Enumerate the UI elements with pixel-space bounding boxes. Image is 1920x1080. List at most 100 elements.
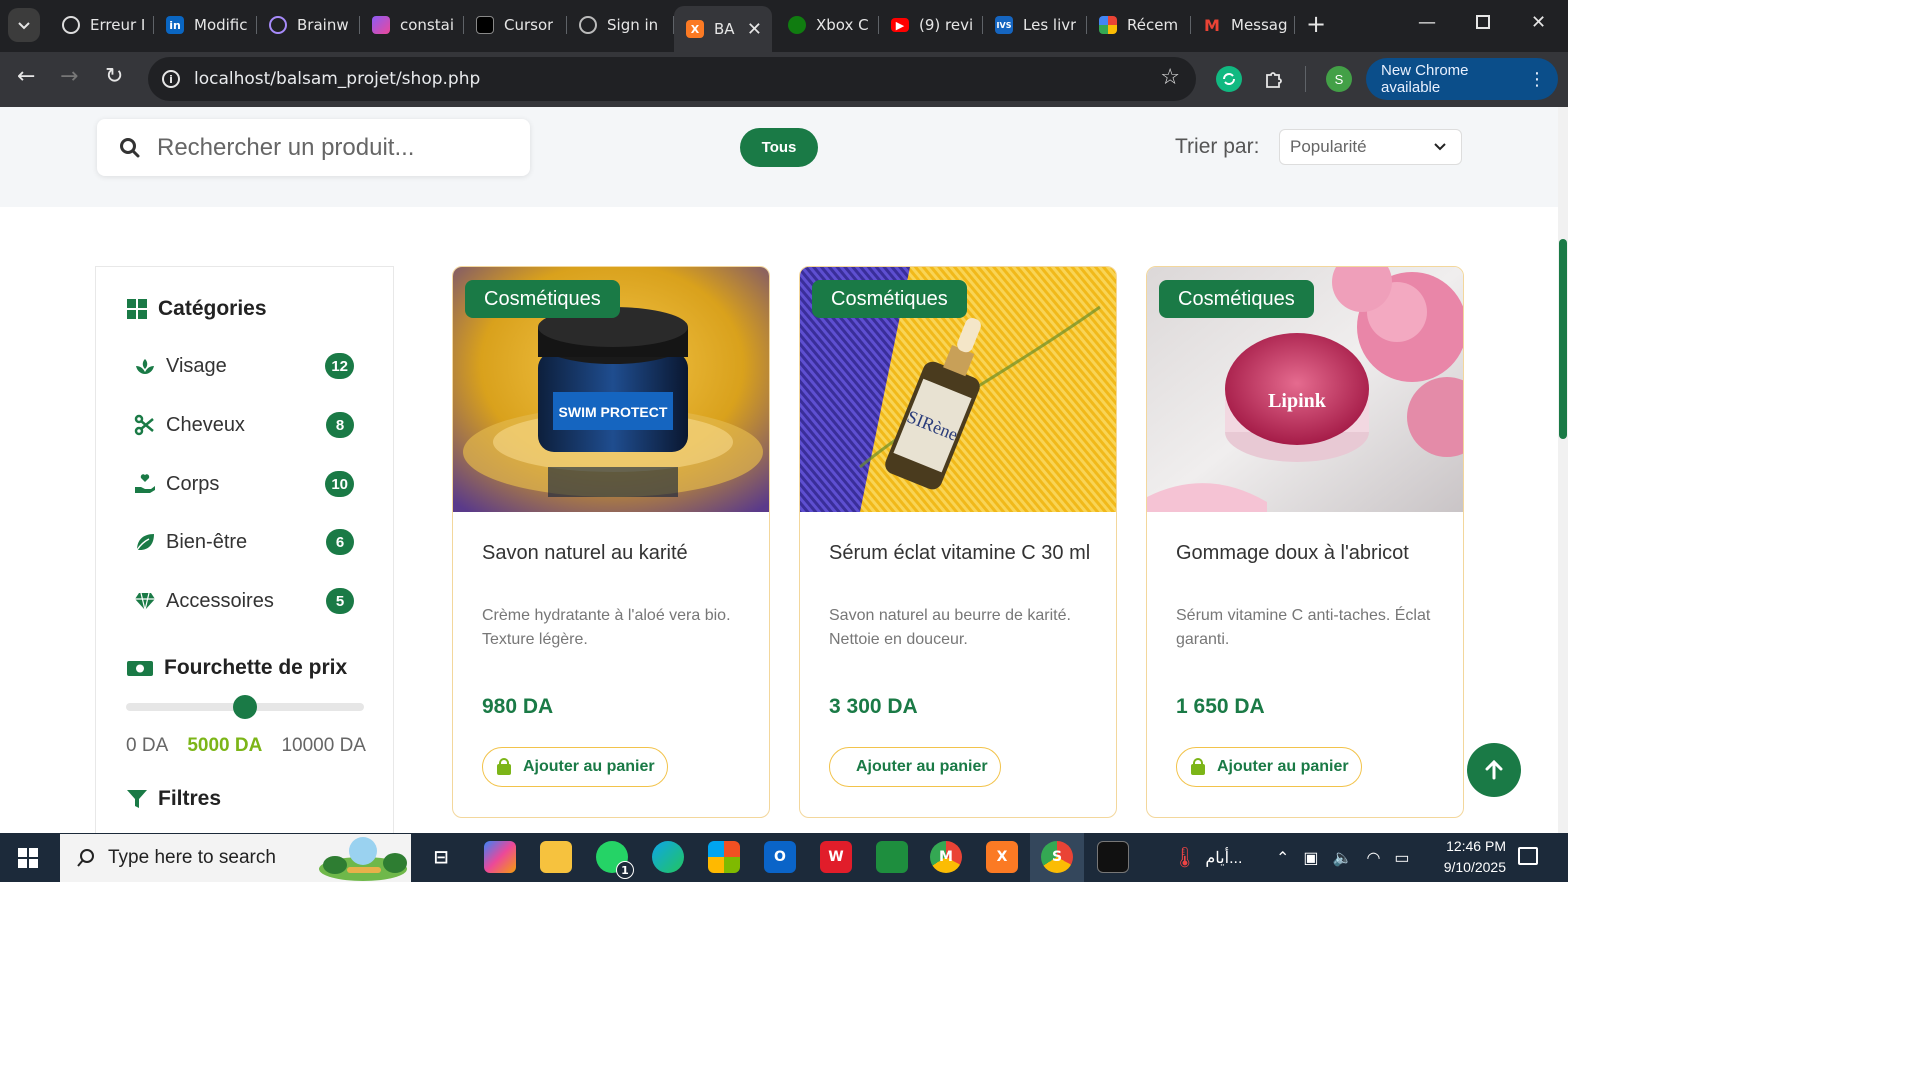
- back-to-top-button[interactable]: [1467, 743, 1521, 797]
- category-visage[interactable]: Visage 12: [134, 351, 354, 381]
- add-to-cart-button[interactable]: Ajouter au panier: [482, 747, 668, 787]
- system-tray: ⌃ ▣ 🔈 ◠ ▭: [1276, 833, 1410, 882]
- product-image[interactable]: SWIM PROTECT Cosmétiques: [453, 267, 769, 512]
- category-accessoires[interactable]: Accessoires 5: [134, 586, 354, 616]
- microsoft-store-icon[interactable]: [708, 841, 740, 873]
- price-range-values: 0 DA 5000 DA 10000 DA: [126, 735, 366, 757]
- tab-search-button[interactable]: [8, 8, 40, 42]
- whatsapp-badge: 1: [616, 861, 634, 879]
- profile-avatar[interactable]: S: [1326, 66, 1352, 92]
- product-description: Savon naturel au beurre de karité. Netto…: [829, 607, 1071, 648]
- clock-time: 12:46 PM: [1446, 838, 1506, 854]
- cursor-app-icon[interactable]: [1097, 841, 1129, 873]
- filters-title: Filtres: [158, 787, 222, 810]
- product-name[interactable]: Sérum éclat vitamine C 30 ml: [829, 541, 1091, 566]
- google-classroom-icon[interactable]: [876, 841, 908, 873]
- whatsapp-icon[interactable]: 1: [596, 841, 634, 879]
- battery-icon[interactable]: ▭: [1394, 848, 1409, 868]
- copilot-icon[interactable]: [484, 841, 516, 873]
- extensions-puzzle-icon[interactable]: [1261, 66, 1287, 92]
- reload-icon[interactable]: ↻: [105, 66, 123, 88]
- tab-10[interactable]: Récem: [1087, 6, 1191, 44]
- site-info-icon[interactable]: i: [162, 70, 180, 88]
- restore-icon[interactable]: [1476, 15, 1490, 29]
- close-icon[interactable]: ✕: [747, 19, 762, 40]
- notifications-icon[interactable]: [1518, 847, 1538, 865]
- grid-icon: [127, 299, 147, 319]
- file-explorer-icon[interactable]: [540, 841, 572, 873]
- wifi-icon[interactable]: ◠: [1366, 848, 1380, 868]
- clock[interactable]: 12:46 PM 9/10/2025: [1418, 836, 1506, 878]
- lid-label-text: Lipink: [1268, 390, 1327, 412]
- tab-11[interactable]: M Messag: [1191, 6, 1295, 44]
- add-to-cart-button[interactable]: Ajouter au panier: [829, 747, 1001, 787]
- category-label: Bien-être: [166, 530, 248, 553]
- extension-sync-icon[interactable]: [1216, 66, 1242, 92]
- new-tab-icon[interactable]: +: [1306, 12, 1326, 36]
- price-current: 5000 DA: [187, 735, 263, 756]
- category-cheveux[interactable]: Cheveux 8: [134, 410, 354, 440]
- kebab-menu-icon[interactable]: ⋮: [1528, 69, 1546, 90]
- tab-8[interactable]: ▶ (9) revi: [879, 6, 983, 44]
- product-card[interactable]: SWIM PROTECT Cosmétiques Savon naturel a…: [452, 266, 770, 818]
- tab-3[interactable]: constai: [360, 6, 464, 44]
- chrome-profile-m-icon[interactable]: M: [930, 841, 962, 873]
- chrome-profile-s-icon[interactable]: S: [1041, 841, 1073, 873]
- page-scrollbar[interactable]: [1558, 107, 1568, 833]
- category-corps[interactable]: Corps 10: [134, 469, 354, 499]
- wps-office-icon[interactable]: W: [820, 841, 852, 873]
- tab-9[interactable]: IVS Les livr: [983, 6, 1087, 44]
- product-price: 1 650 DA: [1176, 695, 1265, 718]
- weather-widget[interactable]: 🌡 أيام...: [1172, 833, 1242, 882]
- product-image[interactable]: SIRène Cosmétiques: [800, 267, 1116, 512]
- sort-label: Trier par:: [1175, 135, 1260, 158]
- forward-arrow-icon[interactable]: →: [60, 66, 78, 88]
- sort-select[interactable]: Popularité: [1279, 129, 1462, 165]
- product-image[interactable]: Lipink Cosmétiques: [1147, 267, 1463, 512]
- tab-2[interactable]: Brainw: [257, 6, 360, 44]
- meet-now-icon[interactable]: ▣: [1303, 848, 1318, 868]
- price-slider[interactable]: [126, 695, 364, 719]
- taskbar-search[interactable]: Type here to search: [60, 834, 411, 882]
- filter-all-button[interactable]: Tous: [740, 128, 818, 167]
- windows-start-icon[interactable]: [18, 848, 38, 872]
- clock-date: 9/10/2025: [1443, 859, 1506, 875]
- window-close-icon[interactable]: ✕: [1531, 12, 1546, 33]
- volume-icon[interactable]: 🔈: [1333, 848, 1353, 868]
- tab-7[interactable]: Xbox C: [776, 6, 879, 44]
- price-slider-thumb[interactable]: [233, 695, 257, 719]
- tab-1[interactable]: in Modific: [154, 6, 257, 44]
- sort-value: Popularité: [1290, 137, 1367, 156]
- shopping-bag-icon: [1191, 758, 1205, 775]
- task-view-icon[interactable]: ⊟: [425, 841, 457, 873]
- search-input[interactable]: [157, 133, 487, 162]
- scrollbar-thumb[interactable]: [1559, 239, 1567, 439]
- category-bien-etre[interactable]: Bien-être 6: [134, 527, 354, 557]
- bookmark-star-icon[interactable]: ☆: [1160, 65, 1180, 90]
- chevron-up-icon[interactable]: ⌃: [1276, 848, 1289, 868]
- edge-icon[interactable]: [652, 841, 684, 873]
- globe-icon: [579, 16, 597, 34]
- url-text[interactable]: localhost/balsam_projet/shop.php: [194, 69, 480, 89]
- gmail-icon: M: [1204, 15, 1220, 35]
- product-name[interactable]: Gommage doux à l'abricot: [1176, 541, 1438, 566]
- minimize-icon[interactable]: —: [1418, 12, 1436, 33]
- chrome-update-button[interactable]: New Chrome available ⋮: [1366, 58, 1558, 100]
- product-search-box[interactable]: [97, 119, 530, 176]
- tab-6-active[interactable]: X BA ✕: [674, 6, 772, 52]
- product-card[interactable]: SIRène Cosmétiques Sérum éclat vitamine …: [799, 266, 1117, 818]
- tab-4[interactable]: Cursor: [464, 6, 567, 44]
- address-bar[interactable]: i localhost/balsam_projet/shop.php ☆: [148, 57, 1196, 101]
- tab-5[interactable]: Sign in: [567, 6, 674, 44]
- outlook-icon[interactable]: O: [764, 841, 796, 873]
- product-description: Crème hydratante à l'aloé vera bio. Text…: [482, 607, 731, 648]
- product-card[interactable]: Lipink Cosmétiques Gommage doux à l'abri…: [1146, 266, 1464, 818]
- add-to-cart-button[interactable]: Ajouter au panier: [1176, 747, 1362, 787]
- back-arrow-icon[interactable]: ←: [17, 66, 35, 88]
- tab-0[interactable]: Erreur I: [50, 6, 154, 44]
- money-icon: [127, 661, 153, 676]
- tab-title: Messag: [1231, 16, 1288, 34]
- xampp-taskbar-icon[interactable]: X: [986, 841, 1018, 873]
- windows-taskbar: Type here to search ⊟ 1 O W M X S 🌡 أيام…: [0, 833, 1568, 882]
- product-name[interactable]: Savon naturel au karité: [482, 541, 744, 566]
